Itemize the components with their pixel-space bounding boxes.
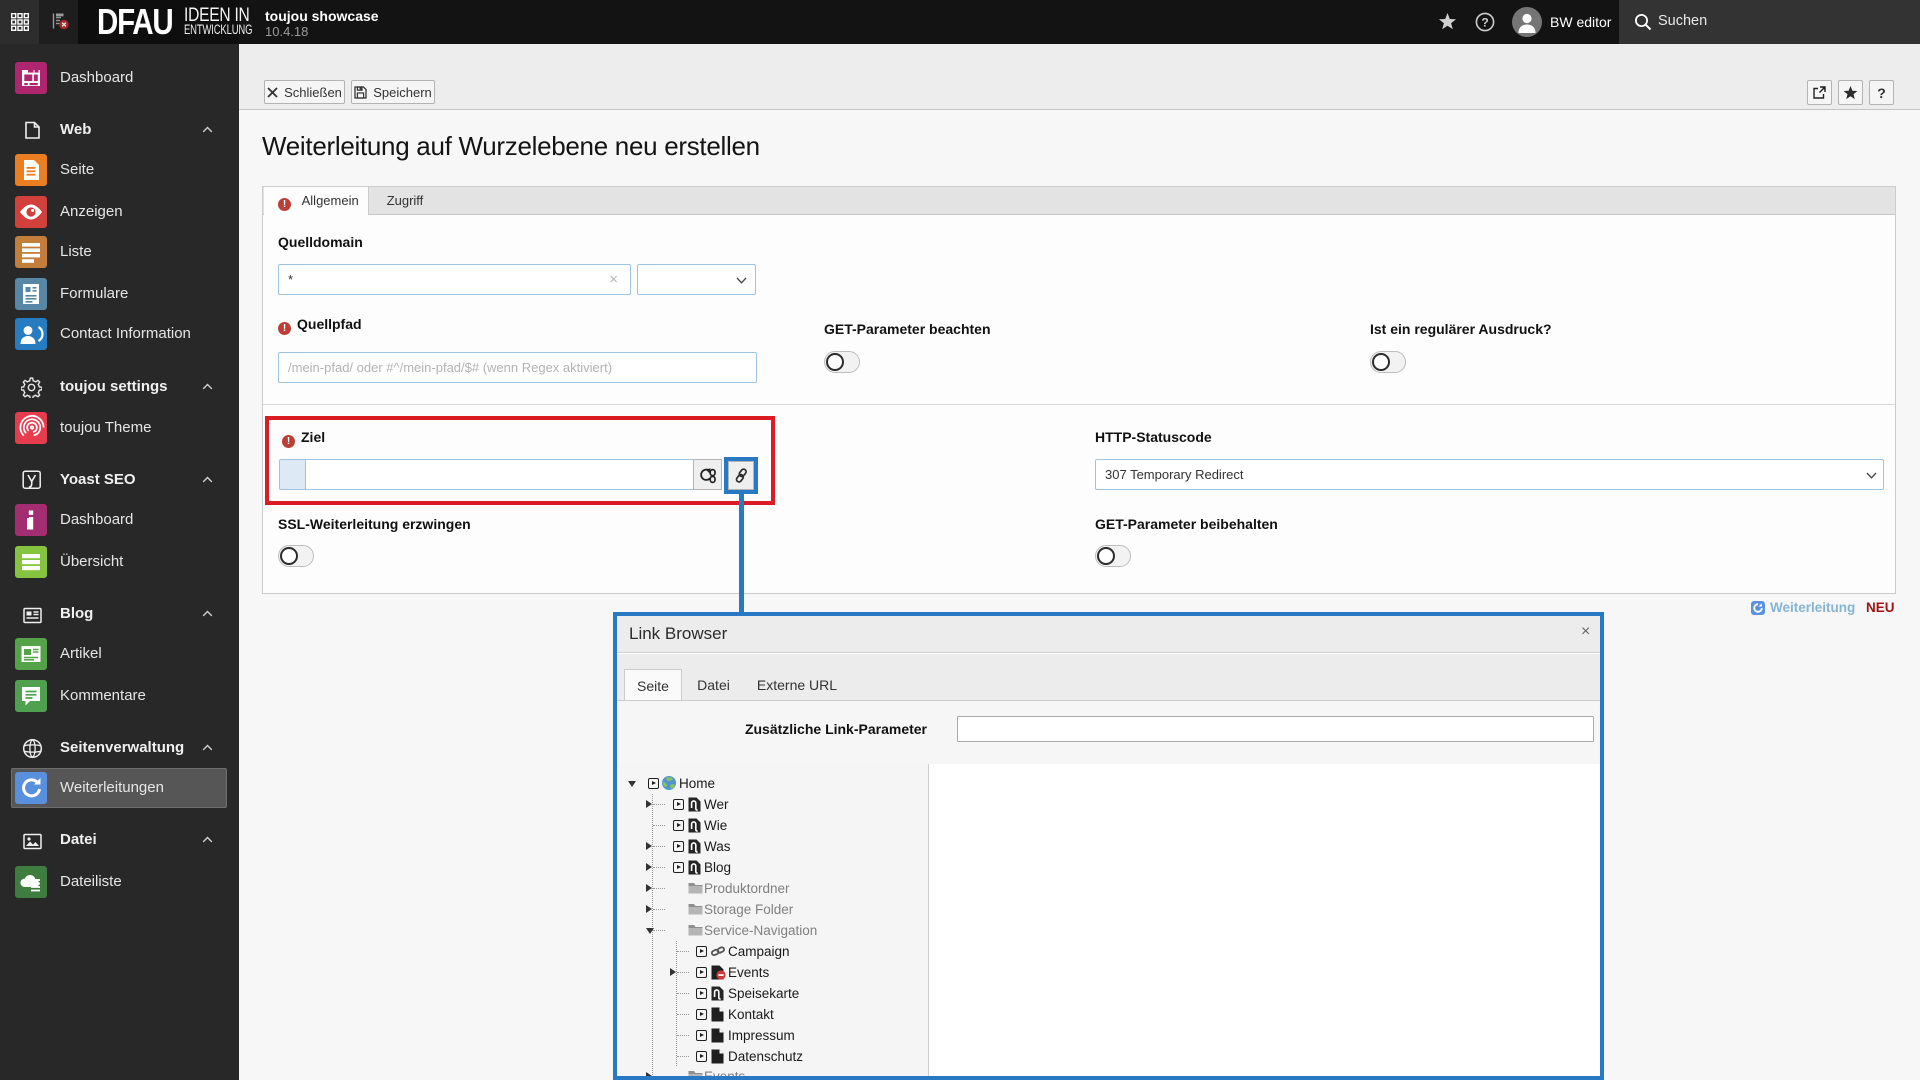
svg-text:?: ? bbox=[1481, 15, 1488, 29]
